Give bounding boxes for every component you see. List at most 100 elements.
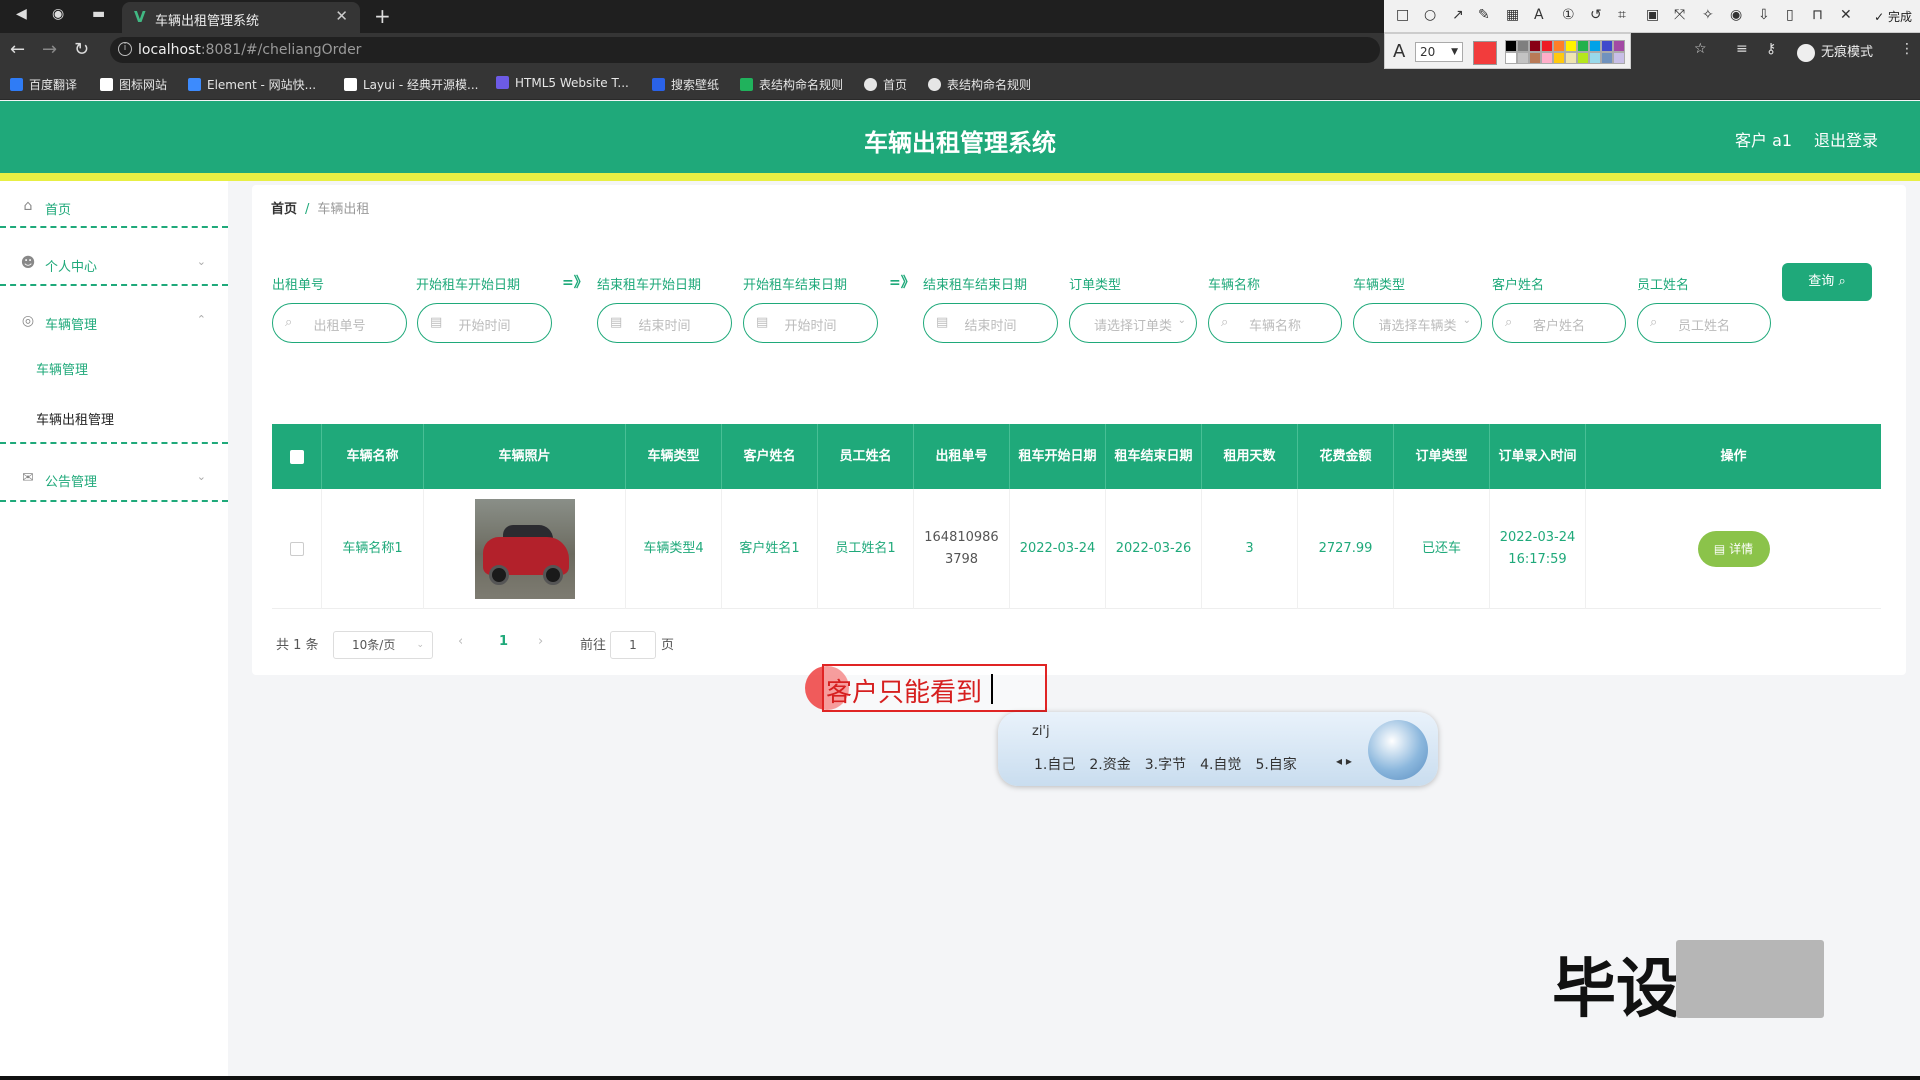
select-all-checkbox[interactable] — [289, 449, 304, 464]
undo-icon[interactable]: ↺ — [1590, 7, 1602, 23]
save-file-icon[interactable]: ▯ — [1786, 7, 1794, 23]
close-icon[interactable]: ✕ — [1840, 7, 1852, 23]
breadcrumb-home[interactable]: 首页 — [271, 202, 297, 217]
number-tool-icon[interactable]: ① — [1562, 7, 1575, 23]
next-page-button[interactable]: › — [538, 634, 543, 649]
browser-tab[interactable]: V 车辆出租管理系统 ✕ — [122, 2, 360, 33]
order-type-select[interactable]: 请选择订单类 ⌄ — [1069, 303, 1197, 343]
row-checkbox[interactable] — [289, 542, 304, 556]
reading-list-icon[interactable]: ≡ — [1736, 41, 1748, 57]
reload-button[interactable]: ↻ — [74, 39, 89, 60]
color-swatch[interactable] — [1577, 40, 1589, 52]
bookmark-item[interactable]: Element - 网站快... — [188, 76, 316, 93]
url-field[interactable]: i localhost:8081/#/cheliangOrder — [110, 37, 1380, 63]
bookmark-item[interactable]: Layui - 经典开源模... — [344, 76, 478, 93]
ocr-icon[interactable]: ▣ — [1646, 7, 1659, 23]
rectangle-tool-icon[interactable]: □ — [1396, 7, 1409, 23]
color-swatch[interactable] — [1589, 52, 1601, 64]
new-tab-button[interactable]: + — [374, 4, 391, 28]
browser-menu-icon[interactable]: ⋮ — [1900, 41, 1914, 57]
detail-button[interactable]: ▤ 详情 — [1697, 531, 1770, 567]
color-swatch[interactable] — [1565, 40, 1577, 52]
prev-page-button[interactable]: ‹ — [458, 634, 463, 649]
sidebar-subitem-vehicle[interactable]: 车辆管理 — [36, 359, 88, 378]
sidebar-subitem-rental[interactable]: 车辆出租管理 — [36, 409, 114, 428]
bookmark-item[interactable]: 搜索壁纸 — [652, 76, 719, 93]
employee-name-input[interactable]: ⌕ 员工姓名 — [1637, 303, 1771, 343]
forward-button[interactable]: → — [42, 39, 57, 60]
end-begin-date-input[interactable]: ▤ 结束时间 — [597, 303, 732, 343]
bookmark-item[interactable]: 首页 — [864, 76, 907, 93]
pen-tool-icon[interactable]: ✎ — [1478, 7, 1490, 23]
vehicle-name-input[interactable]: ⌕ 车辆名称 — [1208, 303, 1342, 343]
vehicle-type-select[interactable]: 请选择车辆类 ⌄ — [1353, 303, 1482, 343]
ime-page-arrows-icon[interactable]: ◂ ▸ — [1336, 754, 1352, 768]
logout-button[interactable]: 退出登录 — [1814, 127, 1878, 151]
bookmark-icon[interactable]: ⊓ — [1812, 7, 1823, 23]
vehicle-photo[interactable] — [474, 499, 575, 599]
audio-icon[interactable]: ◀ — [16, 6, 27, 22]
page-number-current[interactable]: 1 — [499, 634, 508, 649]
mosaic-tool-icon[interactable]: ▦ — [1506, 7, 1519, 23]
color-swatch[interactable] — [1541, 52, 1553, 64]
sidebar-item-notice[interactable]: ✉ 公告管理 ⌄ — [0, 453, 228, 507]
color-swatch[interactable] — [1613, 40, 1625, 52]
filter-label-start-begin: 开始租车开始日期 — [416, 278, 521, 293]
color-swatch[interactable] — [1505, 40, 1517, 52]
query-button[interactable]: 查询 ⌕ — [1782, 263, 1872, 301]
ime-candidate[interactable]: 4.自觉 — [1200, 757, 1241, 773]
bookmark-item[interactable]: 百度翻译 — [10, 76, 77, 93]
page-size-select[interactable]: 10条/页 ⌄ — [333, 631, 433, 659]
record-icon[interactable]: ◉ — [1730, 7, 1742, 23]
font-size-select[interactable]: 20 ▼ — [1415, 42, 1463, 62]
color-swatch[interactable] — [1553, 40, 1565, 52]
password-key-icon[interactable]: ⚷ — [1766, 41, 1776, 57]
bookmark-item[interactable]: HTML5 Website T... — [496, 76, 629, 90]
crop-icon[interactable]: ⌗ — [1618, 7, 1626, 23]
ime-candidate[interactable]: 5.自家 — [1255, 757, 1296, 773]
color-swatch[interactable] — [1613, 52, 1625, 64]
color-swatch[interactable] — [1529, 40, 1541, 52]
ellipse-tool-icon[interactable]: ○ — [1424, 7, 1436, 23]
window-icon[interactable]: ▬ — [92, 6, 105, 22]
color-swatch[interactable] — [1565, 52, 1577, 64]
bookmark-star-icon[interactable]: ☆ — [1694, 41, 1707, 57]
bookmark-item[interactable]: 表结构命名规则 — [740, 76, 843, 93]
bookmark-item[interactable]: 表结构命名规则 — [928, 76, 1031, 93]
text-tool-icon[interactable]: A — [1534, 7, 1544, 23]
customer-name-input[interactable]: ⌕ 客户姓名 — [1492, 303, 1626, 343]
goto-page-input[interactable]: 1 — [610, 631, 656, 659]
scroll-capture-icon[interactable]: ⤧ — [1674, 7, 1685, 23]
arrow-tool-icon[interactable]: ↗ — [1452, 7, 1464, 23]
start-begin-date-input[interactable]: ▤ 开始时间 — [417, 303, 552, 343]
extension-icon[interactable]: ◉ — [52, 6, 64, 22]
ime-candidate[interactable]: 2.资金 — [1089, 757, 1130, 773]
color-swatch[interactable] — [1601, 40, 1613, 52]
order-no-input[interactable]: ⌕ 出租单号 — [272, 303, 407, 343]
close-tab-icon[interactable]: ✕ — [335, 7, 348, 25]
snip-done-button[interactable]: ✓ 完成 — [1874, 8, 1912, 25]
incognito-indicator[interactable]: 无痕模式 — [1797, 41, 1873, 62]
color-swatch[interactable] — [1505, 52, 1517, 64]
color-swatch[interactable] — [1529, 52, 1541, 64]
ime-candidate[interactable]: 3.字节 — [1145, 757, 1186, 773]
color-swatch[interactable] — [1517, 40, 1529, 52]
color-swatch[interactable] — [1577, 52, 1589, 64]
color-swatch[interactable] — [1589, 40, 1601, 52]
column-header: 租车结束日期 — [1106, 424, 1202, 489]
download-icon[interactable]: ⇩ — [1758, 7, 1770, 23]
current-color-swatch[interactable] — [1473, 41, 1497, 65]
back-button[interactable]: ← — [10, 39, 25, 60]
sidebar-item-vehicle[interactable]: ◎ 车辆管理 ⌃ — [0, 296, 228, 350]
site-info-icon[interactable]: i — [118, 42, 132, 56]
ime-candidate[interactable]: 1.自己 — [1034, 757, 1075, 773]
color-swatch[interactable] — [1601, 52, 1613, 64]
color-swatch[interactable] — [1553, 52, 1565, 64]
color-swatch[interactable] — [1541, 40, 1553, 52]
color-swatch[interactable] — [1517, 52, 1529, 64]
bookmark-item[interactable]: 图标网站 — [100, 76, 167, 93]
pin-icon[interactable]: ✧ — [1702, 7, 1714, 23]
app-header: 车辆出租管理系统 客户 a1 退出登录 — [0, 101, 1920, 173]
start-end-date-input[interactable]: ▤ 开始时间 — [743, 303, 878, 343]
end-end-date-input[interactable]: ▤ 结束时间 — [923, 303, 1058, 343]
